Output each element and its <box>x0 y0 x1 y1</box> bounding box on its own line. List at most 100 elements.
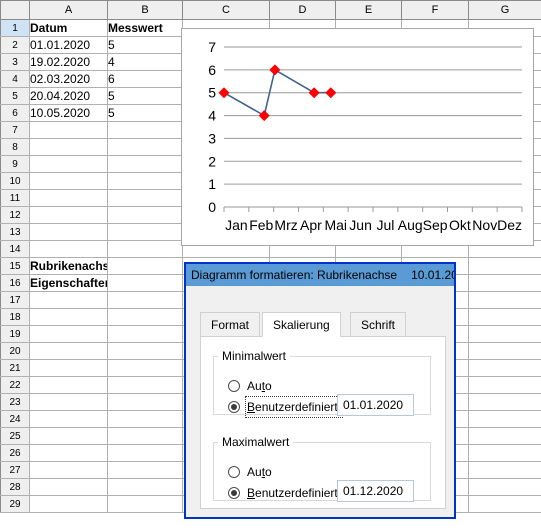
row-header-21[interactable]: 21 <box>0 359 30 377</box>
cell-B3[interactable]: 4 <box>107 53 183 71</box>
column-header-d[interactable]: D <box>269 0 336 20</box>
cell-B6[interactable]: 5 <box>107 104 183 122</box>
cell-A10[interactable] <box>29 172 108 190</box>
cell-G20[interactable] <box>468 342 541 360</box>
minimalwert-auto-radio-row[interactable]: Auto <box>228 377 272 395</box>
row-header-13[interactable]: 13 <box>0 223 30 241</box>
maximalwert-custom-radio-row[interactable]: Benutzerdefiniert: <box>228 484 341 502</box>
row-header-5[interactable]: 5 <box>0 87 30 105</box>
cell-B19[interactable] <box>107 325 183 343</box>
cell-B20[interactable] <box>107 342 183 360</box>
cell-B14[interactable] <box>107 240 183 258</box>
row-header-3[interactable]: 3 <box>0 53 30 71</box>
cell-B1[interactable]: Messwert <box>107 19 183 37</box>
cell-A2[interactable]: 01.01.2020 <box>29 36 108 54</box>
cell-A29[interactable] <box>29 495 108 513</box>
tab-skalierung[interactable]: Skalierung <box>262 312 341 337</box>
minimalwert-auto-radio[interactable] <box>228 380 240 392</box>
row-header-27[interactable]: 27 <box>0 461 30 479</box>
row-header-16[interactable]: 16 <box>0 274 30 292</box>
row-header-12[interactable]: 12 <box>0 206 30 224</box>
cell-B9[interactable] <box>107 155 183 173</box>
cell-A6[interactable]: 10.05.2020 <box>29 104 108 122</box>
cell-A22[interactable] <box>29 376 108 394</box>
tab-format[interactable]: Format <box>200 312 261 337</box>
cell-A21[interactable] <box>29 359 108 377</box>
cell-B12[interactable] <box>107 206 183 224</box>
cell-G16[interactable] <box>468 274 541 292</box>
cell-A11[interactable] <box>29 189 108 207</box>
cell-A5[interactable]: 20.04.2020 <box>29 87 108 105</box>
cell-A17[interactable] <box>29 291 108 309</box>
maximalwert-auto-radio[interactable] <box>228 466 240 478</box>
row-header-4[interactable]: 4 <box>0 70 30 88</box>
cell-G15[interactable] <box>468 257 541 275</box>
row-header-17[interactable]: 17 <box>0 291 30 309</box>
cell-G28[interactable] <box>468 478 541 496</box>
cell-B27[interactable] <box>107 461 183 479</box>
cell-B11[interactable] <box>107 189 183 207</box>
cell-B16[interactable] <box>107 274 183 292</box>
cell-B29[interactable] <box>107 495 183 513</box>
cell-A27[interactable] <box>29 461 108 479</box>
cell-A18[interactable] <box>29 308 108 326</box>
row-header-29[interactable]: 29 <box>0 495 30 513</box>
row-header-8[interactable]: 8 <box>0 138 30 156</box>
cell-B26[interactable] <box>107 444 183 462</box>
cell-A16[interactable]: Eigenschaften: <box>29 274 108 292</box>
column-header-b[interactable]: B <box>107 0 183 20</box>
row-header-25[interactable]: 25 <box>0 427 30 445</box>
data-point-marker[interactable] <box>325 87 337 99</box>
cell-G25[interactable] <box>468 427 541 445</box>
minimalwert-custom-radio[interactable] <box>228 401 240 413</box>
column-header-g[interactable]: G <box>468 0 541 20</box>
cell-G21[interactable] <box>468 359 541 377</box>
row-header-11[interactable]: 11 <box>0 189 30 207</box>
row-header-2[interactable]: 2 <box>0 36 30 54</box>
cell-B5[interactable]: 5 <box>107 87 183 105</box>
cell-G22[interactable] <box>468 376 541 394</box>
cell-G23[interactable] <box>468 393 541 411</box>
row-header-28[interactable]: 28 <box>0 478 30 496</box>
cell-G24[interactable] <box>468 410 541 428</box>
data-point-marker[interactable] <box>308 87 320 99</box>
column-header-f[interactable]: F <box>401 0 469 20</box>
cell-A23[interactable] <box>29 393 108 411</box>
row-header-1[interactable]: 1 <box>0 19 30 37</box>
cell-G19[interactable] <box>468 325 541 343</box>
data-point-marker[interactable] <box>258 110 270 122</box>
cell-B15[interactable] <box>107 257 183 275</box>
row-header-15[interactable]: 15 <box>0 257 30 275</box>
tab-schrift[interactable]: Schrift <box>350 312 407 337</box>
row-header-6[interactable]: 6 <box>0 104 30 122</box>
select-all-corner[interactable] <box>0 0 30 20</box>
data-point-marker[interactable] <box>218 87 230 99</box>
cell-B23[interactable] <box>107 393 183 411</box>
cell-B2[interactable]: 5 <box>107 36 183 54</box>
maximalwert-value-input[interactable]: 01.12.2020 <box>337 480 414 502</box>
cell-B4[interactable]: 6 <box>107 70 183 88</box>
cell-A15[interactable]: Rubrikenachse, <box>29 257 108 275</box>
cell-A8[interactable] <box>29 138 108 156</box>
cell-B24[interactable] <box>107 410 183 428</box>
cell-A25[interactable] <box>29 427 108 445</box>
cell-B18[interactable] <box>107 308 183 326</box>
line-chart[interactable]: 0 1 2 3 4 5 6 7 Jan Feb Mrz Apr Mai Jun Jul Aug Sep Okt No… <box>181 28 534 246</box>
cell-A9[interactable] <box>29 155 108 173</box>
cell-A1[interactable]: Datum <box>29 19 108 37</box>
data-point-marker[interactable] <box>269 64 281 76</box>
cell-G29[interactable] <box>468 495 541 513</box>
cell-A24[interactable] <box>29 410 108 428</box>
cell-A26[interactable] <box>29 444 108 462</box>
cell-A12[interactable] <box>29 206 108 224</box>
cell-B10[interactable] <box>107 172 183 190</box>
cell-G17[interactable] <box>468 291 541 309</box>
cell-A3[interactable]: 19.02.2020 <box>29 53 108 71</box>
column-header-c[interactable]: C <box>182 0 270 20</box>
cell-B28[interactable] <box>107 478 183 496</box>
cell-A4[interactable]: 02.03.2020 <box>29 70 108 88</box>
row-header-7[interactable]: 7 <box>0 121 30 139</box>
cell-A20[interactable] <box>29 342 108 360</box>
row-header-20[interactable]: 20 <box>0 342 30 360</box>
minimalwert-value-input[interactable]: 01.01.2020 <box>337 394 414 416</box>
